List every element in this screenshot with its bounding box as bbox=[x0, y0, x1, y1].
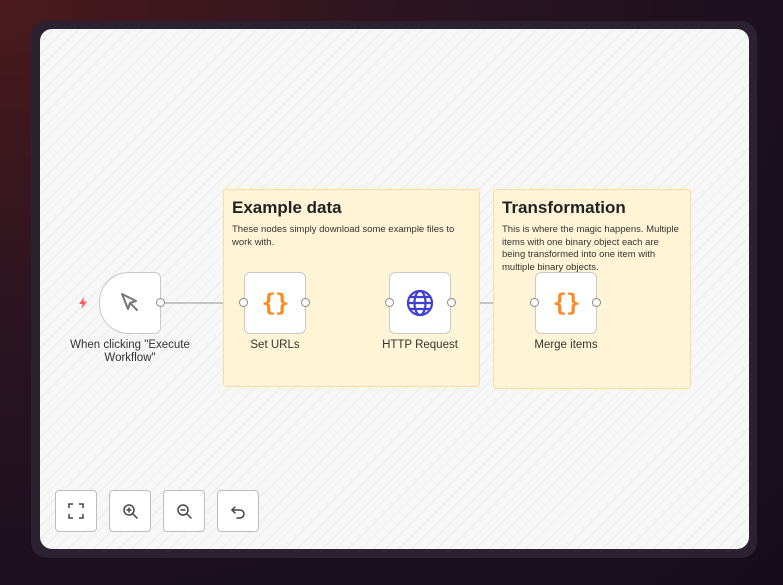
zoom-out-button[interactable] bbox=[163, 490, 205, 532]
undo-icon bbox=[231, 506, 245, 519]
output-handle[interactable] bbox=[156, 298, 165, 307]
zoom-in-icon bbox=[123, 504, 138, 519]
zoom-to-fit-button[interactable] bbox=[55, 490, 97, 532]
output-handle[interactable] bbox=[592, 298, 601, 307]
globe-icon bbox=[406, 289, 434, 317]
trigger-bolt-icon bbox=[79, 297, 87, 309]
sticky-note-title: Transformation bbox=[502, 198, 626, 217]
input-handle[interactable] bbox=[530, 298, 539, 307]
node-label: When clicking "Execute Workflow" bbox=[70, 339, 190, 364]
output-handle[interactable] bbox=[301, 298, 310, 307]
code-braces-icon: {} bbox=[261, 289, 290, 317]
zoom-in-button[interactable] bbox=[109, 490, 151, 532]
sticky-note-title: Example data bbox=[232, 198, 342, 217]
fullscreen-icon bbox=[68, 503, 84, 519]
cursor-icon bbox=[121, 293, 138, 311]
node-label: Set URLs bbox=[250, 339, 300, 351]
input-handle[interactable] bbox=[239, 298, 248, 307]
node-http-request[interactable] bbox=[389, 272, 451, 334]
sticky-note-body: These nodes simply download some example… bbox=[232, 224, 455, 248]
node-set-urls[interactable]: {} bbox=[244, 272, 306, 334]
input-handle[interactable] bbox=[385, 298, 394, 307]
zoom-out-icon bbox=[177, 504, 192, 519]
node-manual-trigger[interactable] bbox=[99, 272, 161, 334]
sticky-note-body: This is where the magic happens. Multipl… bbox=[502, 224, 679, 273]
node-label: Merge items bbox=[534, 339, 598, 351]
code-braces-icon: {} bbox=[552, 289, 581, 317]
node-merge-items[interactable]: {} bbox=[535, 272, 597, 334]
node-label: HTTP Request bbox=[382, 339, 458, 351]
output-handle[interactable] bbox=[447, 298, 456, 307]
workflow-canvas[interactable]: Example data These nodes simply download… bbox=[40, 29, 749, 549]
reset-zoom-button[interactable] bbox=[217, 490, 259, 532]
